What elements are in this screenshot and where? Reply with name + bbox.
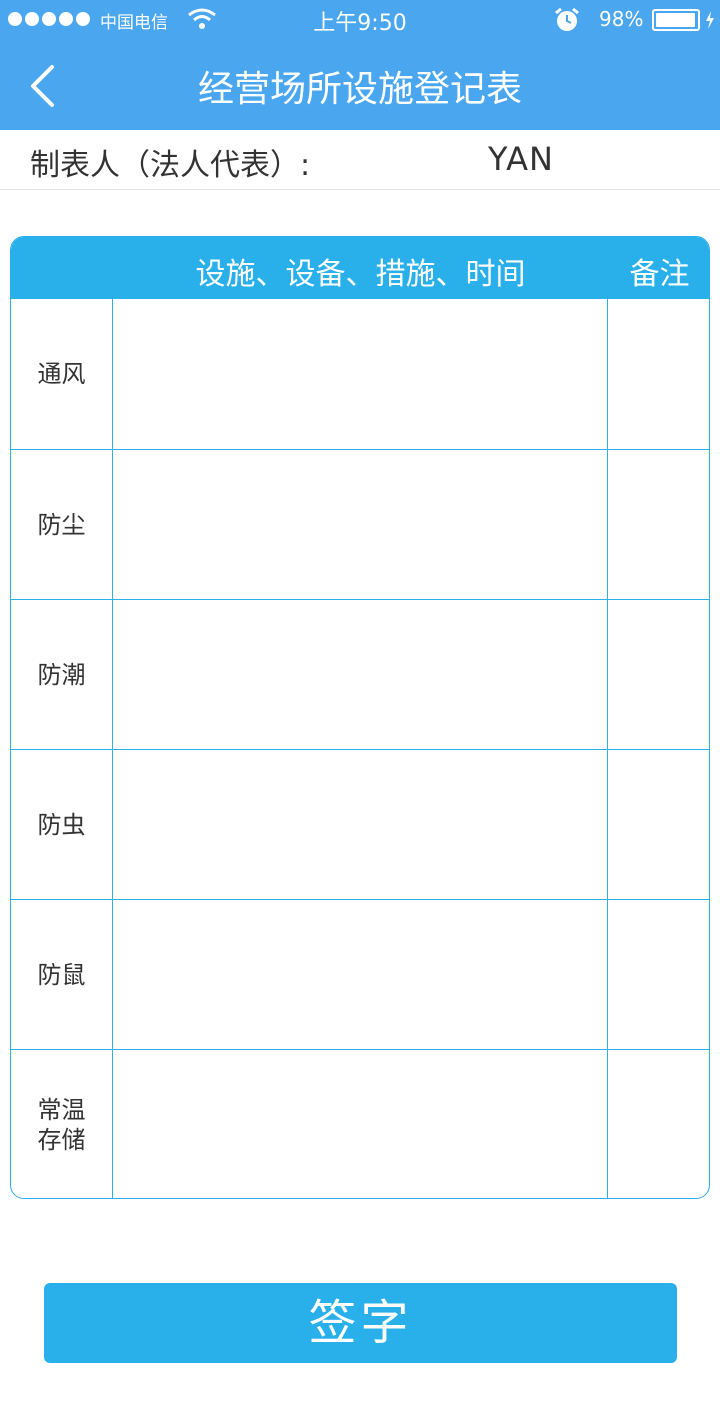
row-note-cell[interactable] <box>608 600 709 750</box>
row-content-cell[interactable] <box>113 750 608 900</box>
table-row: 防鼠 <box>11 899 709 1050</box>
row-note-cell[interactable] <box>608 1050 709 1198</box>
nav-bar: 经营场所设施登记表 <box>0 40 720 130</box>
row-label: 防尘 <box>11 450 113 600</box>
table-row: 常温存储 <box>11 1049 709 1198</box>
top-bar: 中国电信 上午9:50 98% 经营场所设施登记表 <box>0 0 720 130</box>
row-label: 常温存储 <box>11 1050 113 1198</box>
row-content-cell[interactable] <box>113 600 608 750</box>
facility-table: 设施、设备、措施、时间 备注 通风 防尘 防潮 防虫 防鼠 常温存储 <box>10 236 710 1199</box>
header-note: 备注 <box>629 257 690 292</box>
maker-value: YAN <box>488 140 554 178</box>
row-note-cell[interactable] <box>608 900 709 1050</box>
row-note-cell[interactable] <box>608 299 709 449</box>
table-row: 通风 <box>11 299 709 449</box>
status-bar: 中国电信 上午9:50 98% <box>0 0 720 40</box>
alarm-icon <box>555 7 579 31</box>
row-label: 防虫 <box>11 750 113 900</box>
row-note-cell[interactable] <box>608 750 709 900</box>
row-content-cell[interactable] <box>113 900 608 1050</box>
row-content-cell[interactable] <box>113 299 608 449</box>
charging-bolt-icon <box>706 11 714 29</box>
row-label: 防鼠 <box>11 900 113 1050</box>
battery-icon <box>652 9 700 31</box>
header-main: 设施、设备、措施、时间 <box>195 257 526 292</box>
table-row: 防潮 <box>11 599 709 750</box>
maker-row: 制表人（法人代表）: YAN <box>0 130 720 190</box>
table-row: 防虫 <box>11 749 709 900</box>
row-content-cell[interactable] <box>113 450 608 600</box>
battery-percent: 98% <box>599 7 644 31</box>
maker-label: 制表人（法人代表）: <box>30 148 311 183</box>
table-row: 防尘 <box>11 449 709 600</box>
row-content-cell[interactable] <box>113 1050 608 1198</box>
row-label: 防潮 <box>11 600 113 750</box>
row-label: 通风 <box>11 299 113 449</box>
sign-button[interactable]: 签字 <box>44 1283 677 1363</box>
table-header: 设施、设备、措施、时间 备注 <box>11 237 709 299</box>
row-note-cell[interactable] <box>608 450 709 600</box>
page-title: 经营场所设施登记表 <box>197 69 522 110</box>
